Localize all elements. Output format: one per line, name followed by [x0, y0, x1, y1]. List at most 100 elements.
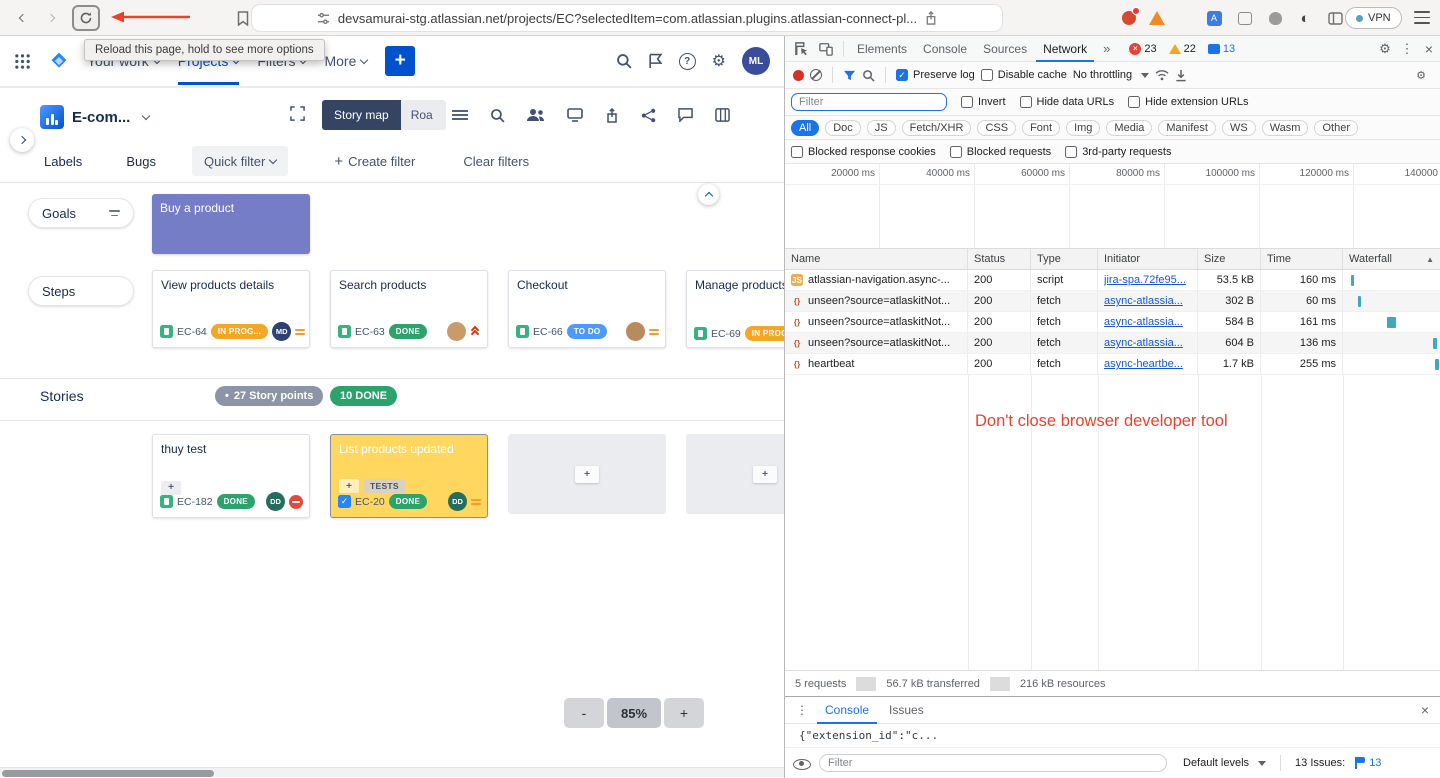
horizontal-scrollbar[interactable] [0, 767, 784, 777]
assignee-avatar[interactable]: MD [272, 322, 291, 341]
create-issue-button[interactable]: + [385, 46, 415, 76]
tab-console[interactable]: Console [916, 36, 974, 62]
create-filter-button[interactable]: + Create filter [334, 153, 415, 170]
add-story-placeholder[interactable]: + [508, 434, 666, 514]
drawer-kebab-icon[interactable]: ⋮ [791, 699, 813, 721]
tab-roadmap[interactable]: Roa [401, 100, 443, 130]
assignee-avatar[interactable]: DD [448, 492, 467, 511]
import-export-icon[interactable] [1175, 69, 1187, 82]
step-card[interactable]: Checkout EC-66 TO DO [508, 270, 666, 348]
clear-filters-button[interactable]: Clear filters [463, 154, 529, 169]
col-status[interactable]: Status [968, 249, 1031, 269]
filter-funnel-icon[interactable] [843, 70, 856, 81]
hide-extension-urls-checkbox[interactable]: Hide extension URLs [1128, 96, 1248, 108]
sidebar-toggle-icon[interactable] [1326, 9, 1344, 27]
translate-extension-icon[interactable]: A [1205, 9, 1223, 27]
log-levels-dropdown[interactable]: Default levels [1183, 757, 1266, 769]
collapse-row-button[interactable] [698, 184, 719, 205]
vpn-badge[interactable]: VPN [1345, 7, 1402, 29]
blocked-requests-checkbox[interactable]: Blocked requests [950, 146, 1051, 158]
fullscreen-icon[interactable] [290, 106, 305, 126]
step-card[interactable]: Search products EC-63 DONE [330, 270, 488, 348]
live-expression-eye-icon[interactable] [793, 755, 809, 771]
share-icon[interactable] [641, 108, 656, 123]
extension-icon-1[interactable] [1120, 9, 1138, 27]
label-chip[interactable]: TESTS [364, 479, 405, 493]
jira-logo[interactable] [49, 51, 69, 71]
search-icon[interactable] [616, 53, 632, 69]
project-avatar[interactable] [40, 105, 64, 129]
chip-fetch-xhr[interactable]: Fetch/XHR [902, 120, 972, 136]
chevron-down-icon[interactable] [142, 111, 150, 119]
step-card[interactable]: View products details EC-64 IN PROG... M… [152, 270, 310, 348]
request-initiator-link[interactable]: async-heartbe... [1104, 358, 1183, 370]
assignee-avatar[interactable]: DD [266, 492, 285, 511]
console-log-line[interactable]: {"extension_id":"c... [785, 724, 1440, 748]
tab-sources[interactable]: Sources [976, 36, 1034, 62]
goals-row-label[interactable]: Goals [28, 198, 134, 228]
network-request-row[interactable]: {}unseen?source=atlaskitNot... 200 fetch… [785, 291, 1440, 312]
help-icon[interactable]: ? [679, 53, 696, 70]
issues-counter[interactable]: 13 [1355, 757, 1381, 769]
drawer-tab-issues[interactable]: Issues [881, 697, 932, 724]
chip-js[interactable]: JS [867, 120, 896, 136]
steps-row-label[interactable]: Steps [28, 276, 134, 306]
chip-img[interactable]: Img [1066, 120, 1100, 136]
network-request-row[interactable]: {}unseen?source=atlaskitNot... 200 fetch… [785, 333, 1440, 354]
quick-filter-button[interactable]: Quick filter [192, 146, 288, 176]
device-toolbar-icon[interactable] [815, 38, 837, 60]
share-icon[interactable] [925, 11, 937, 25]
nav-more[interactable]: More [324, 53, 367, 69]
drawer-tab-console[interactable]: Console [817, 697, 877, 724]
goal-card[interactable]: Buy a product [152, 194, 310, 254]
extension-icon-2[interactable] [1148, 9, 1166, 27]
third-party-checkbox[interactable]: 3rd-party requests [1065, 146, 1171, 158]
reload-button[interactable] [72, 5, 100, 31]
assignee-avatar[interactable] [447, 322, 466, 341]
site-settings-icon[interactable] [317, 12, 330, 25]
user-avatar[interactable]: ML [742, 47, 770, 75]
drawer-close-icon[interactable]: × [1414, 699, 1436, 721]
url-bar[interactable]: devsamurai-stg.atlassian.net/projects/EC… [252, 5, 1002, 31]
browser-menu-icon[interactable] [1414, 11, 1430, 24]
tab-network[interactable]: Network [1036, 36, 1094, 62]
network-settings-gear-icon[interactable]: ⚙ [1410, 64, 1432, 86]
feedback-flag-icon[interactable] [648, 53, 663, 69]
issues-count-badge[interactable]: 13 [1208, 43, 1235, 55]
network-request-row[interactable]: {}heartbeat 200 fetch async-heartbe... 1… [785, 354, 1440, 375]
devtools-kebab-icon[interactable]: ⋮ [1396, 38, 1418, 60]
zoom-out-button[interactable]: - [564, 698, 604, 728]
inspect-element-icon[interactable] [791, 38, 813, 60]
request-initiator-link[interactable]: async-atlassia... [1104, 295, 1183, 307]
comment-icon[interactable] [678, 108, 693, 122]
export-icon[interactable] [605, 108, 619, 123]
chip-other[interactable]: Other [1314, 120, 1358, 136]
warning-count-badge[interactable]: 22 [1169, 43, 1196, 55]
app-switcher-icon[interactable] [14, 53, 31, 70]
devtools-settings-icon[interactable]: ⚙ [1374, 38, 1396, 60]
clear-icon[interactable] [810, 69, 822, 81]
network-request-row[interactable]: JSatlassian-navigation.async-... 200 scr… [785, 270, 1440, 291]
chip-all[interactable]: All [791, 120, 819, 136]
chip-doc[interactable]: Doc [825, 120, 861, 136]
network-timeline-overview[interactable]: 20000 ms 40000 ms 60000 ms 80000 ms 1000… [785, 164, 1440, 249]
invert-checkbox[interactable]: Invert [961, 96, 1006, 108]
network-conditions-icon[interactable] [1155, 69, 1169, 81]
devtools-close-icon[interactable]: × [1418, 38, 1440, 60]
board-icon[interactable] [715, 108, 730, 122]
hide-data-urls-checkbox[interactable]: Hide data URLs [1020, 96, 1115, 108]
settings-gear-icon[interactable]: ⚙ [712, 51, 726, 71]
more-tabs-icon[interactable]: » [1096, 36, 1117, 62]
add-story-placeholder[interactable]: + [686, 434, 784, 514]
labels-filter[interactable]: Labels [44, 154, 82, 169]
story-card-selected[interactable]: List products updated + TESTS ✓ EC-20 DO… [330, 434, 488, 518]
tab-story-map[interactable]: Story map [322, 100, 401, 130]
step-card[interactable]: Manage products EC-69 IN PROG... [686, 270, 784, 348]
request-initiator-link[interactable]: async-atlassia... [1104, 337, 1183, 349]
chip-ws[interactable]: WS [1222, 120, 1256, 136]
col-waterfall[interactable]: Waterfall▲ [1343, 249, 1440, 269]
bugs-filter[interactable]: Bugs [126, 154, 156, 169]
throttling-dropdown[interactable]: No throttling [1073, 69, 1149, 81]
extension-icon-3[interactable] [1236, 9, 1254, 27]
project-name[interactable]: E-com... [72, 109, 130, 126]
